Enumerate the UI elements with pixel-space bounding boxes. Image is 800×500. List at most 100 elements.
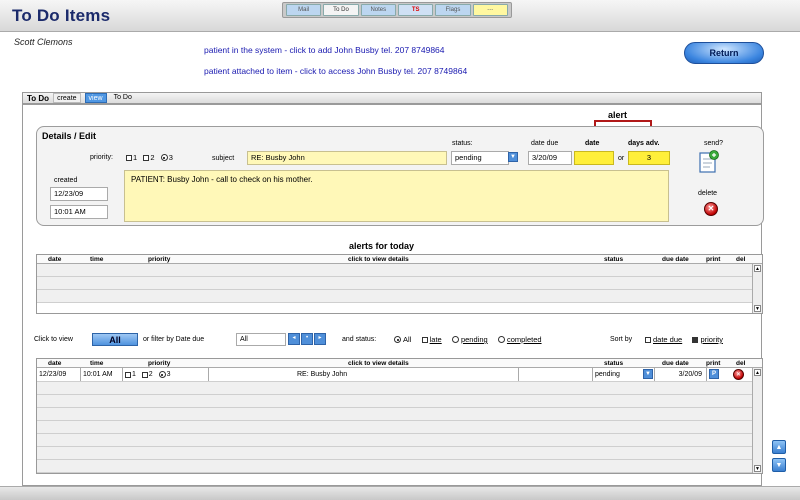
scroll-up-icon[interactable]: ▲ — [754, 265, 761, 272]
click-to-view-label: Click to view — [34, 336, 73, 343]
row-print-button[interactable]: P — [709, 369, 719, 379]
note-textarea[interactable]: PATIENT: Busby John - call to check on h… — [124, 170, 669, 222]
sort-options: date due priority — [645, 335, 723, 344]
alerts-col-time: time — [90, 256, 104, 263]
list-col-del: del — [736, 360, 746, 367]
scroll-up-icon[interactable]: ▲ — [754, 369, 761, 376]
alerts-table: ▲ ▼ — [36, 254, 763, 314]
details-title: Details / Edit — [42, 131, 97, 141]
status-filter-options: All late pending completed — [394, 335, 542, 344]
date-filter-select[interactable]: All — [236, 333, 286, 346]
list-col-date: date — [48, 360, 62, 367]
days-adv-input[interactable]: 3 — [628, 151, 670, 165]
table-row[interactable]: 12/23/09 10:01 AM 1 2 3 RE: Busby John p… — [37, 368, 752, 382]
tab-flags[interactable]: Flags — [435, 4, 471, 16]
row-priority-2-checkbox[interactable] — [141, 371, 148, 378]
scroll-down-icon[interactable]: ▼ — [754, 305, 761, 312]
patient-attached-link[interactable]: patient attached to item - click to acce… — [204, 66, 467, 76]
view-all-button[interactable]: All — [92, 333, 138, 346]
tab-todo[interactable]: To Do — [323, 4, 359, 16]
alert-or-label: or — [618, 155, 625, 162]
subtab-create[interactable]: create — [53, 93, 81, 103]
status-dropdown-arrow-icon[interactable]: ▼ — [508, 152, 518, 162]
alerts-col-print: print — [706, 256, 721, 263]
return-button[interactable]: Return — [684, 42, 764, 64]
user-name: Scott Clemons — [14, 37, 73, 47]
sort-date-due-label: date due — [653, 335, 683, 344]
row-delete-icon[interactable]: ✕ — [733, 369, 744, 380]
list-col-priority: priority — [148, 360, 171, 367]
table-row[interactable] — [37, 382, 752, 395]
sort-by-label: Sort by — [610, 336, 633, 343]
date-prev-icon[interactable]: ◂ — [288, 333, 300, 345]
row-priority-1-checkbox[interactable] — [125, 371, 131, 378]
page-up-icon[interactable]: ▲ — [772, 440, 786, 454]
row-priority-3-radio[interactable] — [158, 371, 166, 378]
list-col-details: click to view details — [348, 360, 409, 367]
table-row[interactable] — [37, 277, 752, 290]
table-row[interactable] — [37, 290, 752, 303]
subject-input[interactable]: RE: Busby John — [247, 151, 447, 165]
priority-1-checkbox[interactable] — [126, 154, 132, 161]
priority-2-checkbox[interactable] — [143, 154, 150, 161]
subject-label: subject — [212, 155, 235, 162]
date-filter-buttons: ◂ • ▸ — [288, 333, 326, 345]
date-due-input[interactable]: 3/20/09 — [528, 151, 572, 165]
alert-date-input[interactable] — [574, 151, 614, 165]
delete-label: delete — [698, 190, 718, 197]
sort-date-due-checkbox[interactable] — [645, 336, 651, 343]
row-priority-2-label: 2 — [148, 371, 153, 378]
status-bar — [0, 486, 800, 500]
status-select[interactable]: pending — [451, 151, 509, 165]
row-status-dropdown-icon[interactable]: ▼ — [643, 369, 653, 379]
alerts-scrollbar[interactable]: ▲ ▼ — [752, 264, 762, 313]
subtab-todo[interactable]: To Do — [111, 93, 135, 103]
table-row[interactable] — [37, 434, 752, 447]
table-row[interactable] — [37, 421, 752, 434]
top-nav-tabs: Mail To Do Notes TS Flags --- — [282, 2, 512, 18]
status-completed-radio[interactable] — [497, 336, 505, 343]
list-col-time: time — [90, 360, 104, 367]
send-label: send? — [704, 140, 724, 147]
date-today-icon[interactable]: • — [301, 333, 313, 345]
status-all-radio[interactable] — [394, 336, 401, 343]
subtab-bar: To Do create view To Do — [22, 92, 762, 104]
page-down-icon[interactable]: ▼ — [772, 458, 786, 472]
priority-options: 1 2 3 — [126, 153, 173, 162]
tab-notes[interactable]: Notes — [360, 4, 396, 16]
list-col-print: print — [706, 360, 721, 367]
subtab-view[interactable]: view — [84, 93, 107, 103]
tab-mail[interactable]: Mail — [286, 4, 322, 16]
alerts-col-priority: priority — [148, 256, 171, 263]
table-row[interactable] — [37, 447, 752, 460]
table-row[interactable] — [37, 460, 752, 473]
status-label: status: — [452, 140, 473, 147]
sort-priority-checkbox[interactable] — [692, 336, 699, 343]
sort-priority-label: priority — [700, 335, 723, 344]
table-row[interactable] — [37, 408, 752, 421]
scroll-down-icon[interactable]: ▼ — [754, 465, 761, 472]
table-row[interactable] — [37, 395, 752, 408]
delete-icon[interactable]: ✕ — [704, 202, 718, 216]
alerts-col-status: status — [604, 256, 624, 263]
row-details[interactable]: RE: Busby John — [209, 368, 519, 381]
status-pending-radio[interactable] — [451, 336, 459, 343]
priority-3-radio[interactable] — [160, 154, 168, 161]
tab-ts[interactable]: TS — [397, 4, 434, 16]
patient-in-system-link[interactable]: patient in the system - click to add Joh… — [204, 45, 445, 55]
alert-title: alert — [608, 110, 628, 120]
alerts-col-date: date — [48, 256, 62, 263]
alerts-col-due: due date — [662, 256, 689, 263]
tab-extra[interactable]: --- — [472, 4, 508, 16]
date-next-icon[interactable]: ▸ — [314, 333, 326, 345]
row-priority-1-label: 1 — [132, 371, 136, 378]
table-row[interactable] — [37, 264, 752, 277]
list-col-status: status — [604, 360, 624, 367]
row-time: 10:01 AM — [81, 368, 123, 381]
list-scrollbar[interactable]: ▲ ▼ — [752, 368, 762, 473]
priority-label: priority: — [90, 154, 113, 161]
created-time-field: 10:01 AM — [50, 205, 108, 219]
row-priority: 1 2 3 — [123, 368, 209, 381]
send-icon[interactable] — [699, 150, 719, 174]
status-late-checkbox[interactable] — [421, 336, 428, 343]
